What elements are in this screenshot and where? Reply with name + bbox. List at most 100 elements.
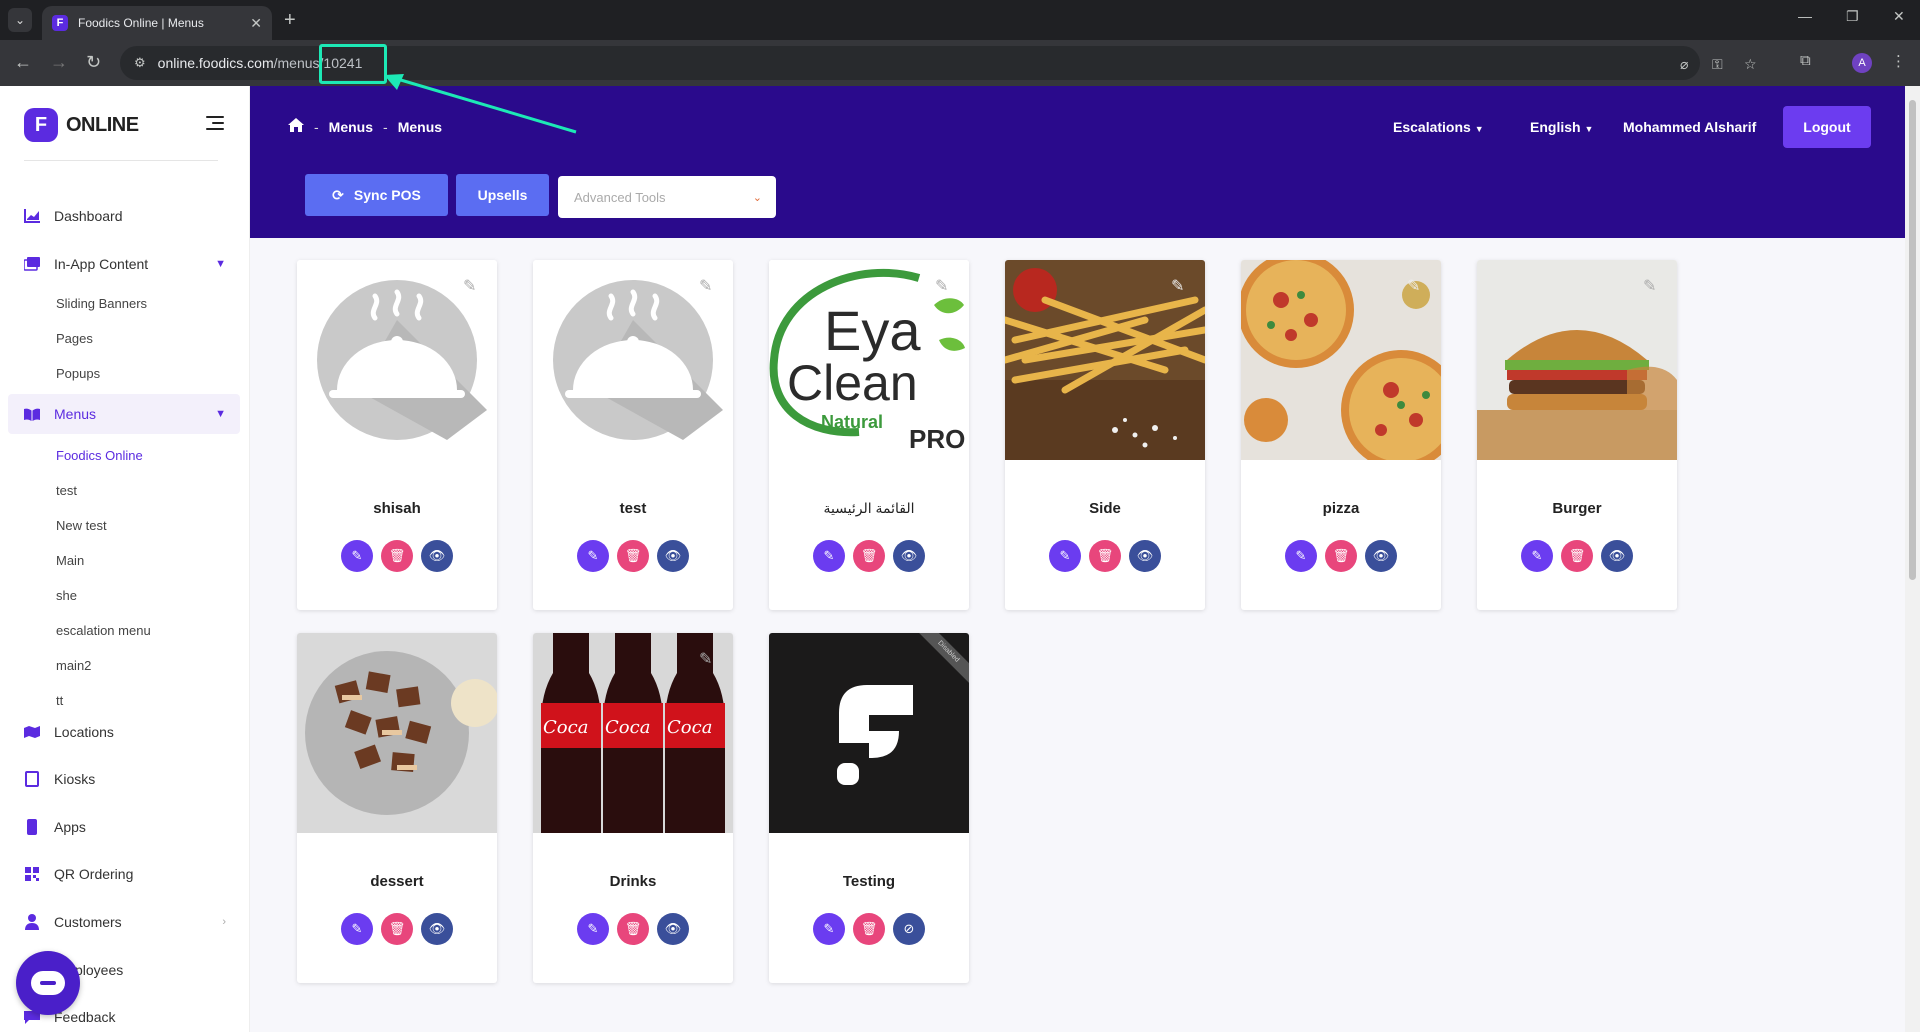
menu-card[interactable]: ✎ Burger ✎ 🗑 👁	[1477, 260, 1677, 610]
edit-button[interactable]: ✎	[813, 540, 845, 572]
edit-corner-icon[interactable]: ✎	[463, 276, 483, 296]
delete-button[interactable]: 🗑	[381, 913, 413, 945]
delete-button[interactable]: 🗑	[1325, 540, 1357, 572]
menu-name: Burger	[1552, 500, 1602, 517]
scroll-thumb[interactable]	[1909, 100, 1916, 580]
delete-button[interactable]: 🗑	[853, 913, 885, 945]
sidebar-subitem[interactable]: Pages	[56, 331, 93, 346]
view-button[interactable]: 👁	[421, 913, 453, 945]
sync-pos-button[interactable]: ⟳ Sync POS	[305, 174, 448, 216]
location-off-icon[interactable]: ⌀	[1680, 56, 1688, 73]
delete-button[interactable]: 🗑	[617, 913, 649, 945]
escalations-dropdown[interactable]: Escalations ▼	[1393, 119, 1484, 135]
menu-card[interactable]: ✎ pizza ✎ 🗑 👁	[1241, 260, 1441, 610]
edit-button[interactable]: ✎	[1521, 540, 1553, 572]
menu-card[interactable]: ✎ test ✎ 🗑 👁	[533, 260, 733, 610]
view-button[interactable]: 👁	[657, 913, 689, 945]
upsells-button[interactable]: Upsells	[456, 174, 549, 216]
sidebar-item-menus[interactable]: Menus ▼	[8, 394, 240, 434]
bookmark-star-icon[interactable]: ☆	[1744, 56, 1757, 73]
edit-corner-icon[interactable]: ✎	[1643, 276, 1663, 296]
advanced-tools-select[interactable]: Advanced Tools ⌄	[558, 176, 776, 218]
menu-card[interactable]: Coca Coca Coca ✎ Drinks ✎ 🗑 👁	[533, 633, 733, 983]
sidebar-subitem[interactable]: tt	[56, 693, 63, 708]
delete-button[interactable]: 🗑	[853, 540, 885, 572]
reload-icon[interactable]: ↻	[86, 52, 101, 72]
sidebar-item-dashboard[interactable]: Dashboard	[8, 196, 240, 236]
page-scrollbar[interactable]	[1905, 86, 1920, 1032]
menu-card[interactable]: ✎ Side ✎ 🗑 👁	[1005, 260, 1205, 610]
eye-slash-button[interactable]: ⊘	[893, 913, 925, 945]
sidebar-subitem[interactable]: test	[56, 483, 77, 498]
menu-name: القائمة الرئيسية	[823, 500, 915, 516]
menu-name: Testing	[842, 873, 896, 890]
edit-button[interactable]: ✎	[1285, 540, 1317, 572]
sidebar-subitem[interactable]: Main	[56, 553, 84, 568]
sidebar-item-qr-ordering[interactable]: QR Ordering	[8, 854, 240, 894]
view-button[interactable]: 👁	[1601, 540, 1633, 572]
close-window-icon[interactable]: ✕	[1893, 8, 1905, 25]
delete-button[interactable]: 🗑	[617, 540, 649, 572]
menu-card[interactable]: Disabled Testing ✎ 🗑 ⊘	[769, 633, 969, 983]
logo[interactable]: F ONLINE	[24, 108, 139, 142]
edit-corner-icon[interactable]: ✎	[935, 276, 955, 296]
sidebar-subitem[interactable]: Popups	[56, 366, 100, 381]
edit-button[interactable]: ✎	[341, 540, 373, 572]
profile-avatar[interactable]: A	[1852, 53, 1872, 73]
sidebar-subitem[interactable]: escalation menu	[56, 623, 151, 638]
edit-button[interactable]: ✎	[341, 913, 373, 945]
delete-button[interactable]: 🗑	[1561, 540, 1593, 572]
restore-icon[interactable]: ❐	[1846, 8, 1859, 25]
hamburger-menu-icon[interactable]	[206, 116, 224, 134]
sidebar-subitem[interactable]: New test	[56, 518, 107, 533]
extensions-icon[interactable]: ⧉	[1800, 52, 1811, 69]
sidebar-subitem-active[interactable]: Foodics Online	[56, 448, 143, 463]
sidebar-item-apps[interactable]: Apps	[8, 807, 240, 847]
tab-close-icon[interactable]: ✕	[250, 15, 262, 32]
edit-button[interactable]: ✎	[577, 540, 609, 572]
key-icon[interactable]: ⚿	[1712, 56, 1723, 73]
menu-card[interactable]: dessert ✎ 🗑 👁	[297, 633, 497, 983]
new-tab-button[interactable]: +	[284, 10, 296, 30]
edit-button[interactable]: ✎	[577, 913, 609, 945]
menu-card[interactable]: Eya Clean Natural PRO ✎ القائمة الرئيسية…	[769, 260, 969, 610]
view-button[interactable]: 👁	[657, 540, 689, 572]
sidebar-subitem[interactable]: main2	[56, 658, 91, 673]
edit-corner-icon[interactable]: ✎	[699, 649, 719, 669]
browser-menu-icon[interactable]: ⋮	[1891, 52, 1906, 70]
back-icon[interactable]: ←	[14, 52, 32, 72]
home-icon[interactable]	[288, 118, 304, 135]
forward-icon[interactable]: →	[50, 52, 68, 72]
minimize-icon[interactable]: —	[1798, 8, 1812, 24]
sidebar-subitem[interactable]: she	[56, 588, 77, 603]
tab-search-button[interactable]: ⌄	[8, 8, 32, 32]
card-actions: ✎ 🗑 👁	[1005, 540, 1205, 572]
edit-button[interactable]: ✎	[813, 913, 845, 945]
view-button[interactable]: 👁	[893, 540, 925, 572]
sidebar-item-customers[interactable]: Customers ›	[8, 902, 240, 942]
user-name[interactable]: Mohammed Alsharif	[1623, 119, 1756, 135]
sidebar-item-locations[interactable]: Locations	[8, 712, 240, 752]
delete-button[interactable]: 🗑	[1089, 540, 1121, 572]
site-info-icon[interactable]: ⚙	[134, 55, 146, 71]
svg-text:PRO: PRO	[909, 424, 965, 454]
language-dropdown[interactable]: English ▼	[1530, 119, 1593, 135]
sidebar-subitem[interactable]: Sliding Banners	[56, 296, 147, 311]
delete-button[interactable]: 🗑	[381, 540, 413, 572]
browser-tab[interactable]: F Foodics Online | Menus ✕	[42, 6, 272, 40]
edit-button[interactable]: ✎	[1049, 540, 1081, 572]
edit-corner-icon[interactable]: ✎	[1407, 276, 1427, 296]
edit-corner-icon[interactable]: ✎	[1171, 276, 1191, 296]
edit-corner-icon[interactable]: ✎	[699, 276, 719, 296]
sidebar-item-label: Dashboard	[54, 208, 123, 224]
view-button[interactable]: 👁	[1365, 540, 1397, 572]
sidebar-item-in-app-content[interactable]: In-App Content ▼	[8, 244, 240, 284]
logout-button[interactable]: Logout	[1783, 106, 1871, 148]
sidebar-item-label: In-App Content	[54, 256, 149, 272]
menu-card[interactable]: ✎ shisah ✎ 🗑 👁	[297, 260, 497, 610]
chat-widget-button[interactable]	[16, 951, 80, 1015]
view-button[interactable]: 👁	[1129, 540, 1161, 572]
view-button[interactable]: 👁	[421, 540, 453, 572]
sidebar-item-kiosks[interactable]: Kiosks	[8, 759, 240, 799]
breadcrumb-item[interactable]: Menus	[329, 119, 373, 135]
